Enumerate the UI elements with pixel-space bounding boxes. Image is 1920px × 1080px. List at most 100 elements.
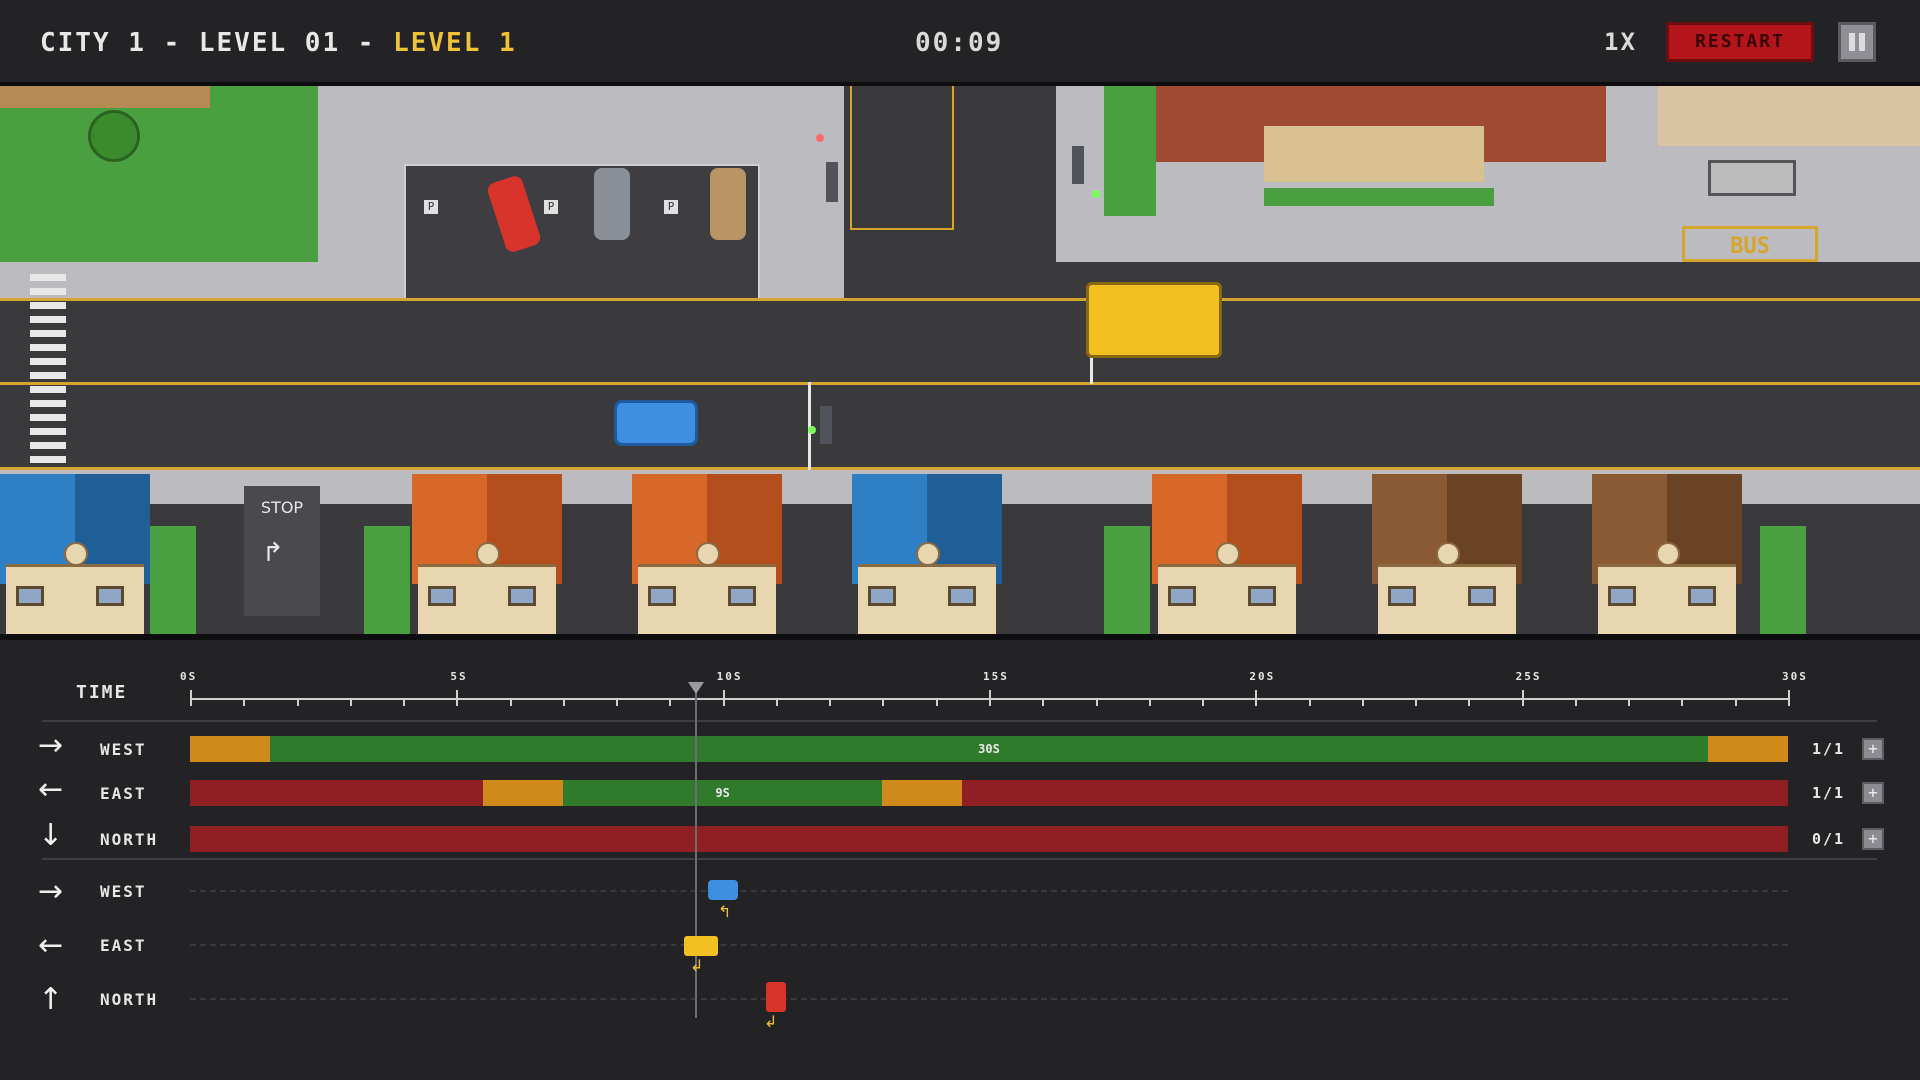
signal-timeline-bar[interactable]: [190, 826, 1788, 852]
blue-car: [614, 400, 698, 446]
north-lane-box: [850, 86, 954, 230]
green-phase-segment[interactable]: 30S: [269, 736, 1709, 762]
turn-left-icon: ↲: [764, 1012, 778, 1031]
lawn-left: [1104, 86, 1156, 216]
vehicle-track: [190, 890, 1788, 892]
vehicle-track: [190, 998, 1788, 1000]
time-label: TIME: [76, 682, 128, 703]
crosswalk: [30, 274, 66, 470]
ruler-tick: [1734, 698, 1737, 706]
yard-grass: [364, 526, 410, 634]
phase-count: 0/1: [1812, 830, 1846, 848]
playhead-handle-icon[interactable]: [688, 682, 705, 694]
yard-grass: [1760, 526, 1806, 634]
parking-marking: P: [544, 200, 558, 214]
red-phase-segment[interactable]: [190, 826, 1788, 852]
red-phase-segment[interactable]: [190, 780, 483, 806]
top-bar: CITY 1 - LEVEL 01 - LEVEL 1 00:09 1X RES…: [0, 0, 1920, 86]
red-phase-segment[interactable]: [962, 780, 1788, 806]
tick-label: 5S: [450, 670, 468, 683]
pause-icon-bar: [1859, 33, 1865, 51]
ruler-tick: [1202, 698, 1205, 706]
direction-arrow-icon: ↑: [38, 982, 64, 1017]
add-phase-button[interactable]: +: [1862, 782, 1884, 804]
direction-arrow-icon: ↓: [38, 818, 64, 853]
tick-label: 10S: [716, 670, 743, 683]
timeline-panel: TIME → WEST 30S 1/1 + ← EAST 9S 1/1 + ↓ NORTH 0/1 + →…: [0, 634, 1920, 1080]
tick-label: 30S: [1782, 670, 1808, 683]
amber-phase-segment[interactable]: [882, 780, 963, 806]
ruler-tick: [616, 698, 619, 706]
signal-timeline-bar[interactable]: 30S: [190, 736, 1788, 762]
ruler-tick: [882, 698, 885, 706]
yard-grass: [1104, 526, 1150, 634]
signal-timeline-bar[interactable]: 9S: [190, 780, 1788, 806]
ruler-tick: [349, 698, 352, 706]
ruler-tick: [1361, 698, 1364, 706]
red-light-icon: [816, 134, 824, 142]
traffic-light-east: [1072, 146, 1084, 184]
ruler-tick: [935, 698, 938, 706]
amber-phase-segment[interactable]: [1708, 736, 1788, 762]
house-orange: [1152, 474, 1302, 634]
ruler-tick: [1628, 698, 1631, 706]
ruler-tick: [456, 690, 459, 706]
ruler-tick: [722, 690, 725, 706]
vehicle-track: [190, 944, 1788, 946]
bus-stop-sign: BUS: [1682, 226, 1818, 262]
add-phase-button[interactable]: +: [1862, 738, 1884, 760]
court: [1658, 86, 1920, 146]
ruler-tick: [1468, 698, 1471, 706]
vehicle-marker-bus: [684, 936, 718, 956]
level-title-level: LEVEL 1: [393, 28, 517, 58]
turn-left-icon: ↰: [718, 902, 732, 921]
ruler-tick: [403, 698, 406, 706]
house-orange: [412, 474, 562, 634]
tick-label: 0S: [180, 670, 198, 683]
vehicle-marker-car: [708, 880, 738, 900]
pause-button[interactable]: [1838, 22, 1876, 62]
ruler-tick: [1095, 698, 1098, 706]
yard-grass: [150, 526, 196, 634]
ruler-tick: [296, 698, 299, 706]
speed-toggle[interactable]: 1X: [1604, 28, 1637, 56]
signal-direction-label: NORTH: [100, 830, 159, 849]
ruler-tick: [562, 698, 565, 706]
ruler-tick: [669, 698, 672, 706]
level-title: CITY 1 - LEVEL 01 - LEVEL 1: [40, 28, 517, 58]
ruler-tick: [1521, 690, 1524, 706]
vehicle-direction-label: EAST: [100, 936, 147, 955]
vehicle-direction-label: WEST: [100, 882, 147, 901]
divider: [42, 858, 1877, 860]
game-timer: 00:09: [915, 28, 1004, 58]
traffic-light-west: [820, 406, 832, 444]
ruler-tick: [190, 690, 192, 706]
add-phase-button[interactable]: +: [1862, 828, 1884, 850]
parking-marking: P: [424, 200, 438, 214]
ruler-tick: [775, 698, 778, 706]
turn-arrow-icon: ↱: [262, 538, 284, 568]
ruler-tick: [1148, 698, 1151, 706]
ruler-tick: [1042, 698, 1045, 706]
time-ruler[interactable]: [190, 690, 1790, 706]
ruler-tick: [1255, 690, 1258, 706]
level-title-prefix: CITY 1 - LEVEL 01 -: [40, 28, 394, 58]
direction-arrow-icon: →: [38, 874, 64, 909]
parked-car-tan: [710, 168, 746, 240]
restart-button[interactable]: RESTART: [1666, 22, 1814, 62]
ruler-tick: [989, 690, 991, 706]
ruler-tick: [1681, 698, 1684, 706]
traffic-light-north: [826, 162, 838, 202]
phase-count: 1/1: [1812, 784, 1846, 802]
dirt-patch: [0, 86, 210, 108]
ruler-tick: [509, 698, 512, 706]
school-bus: [1086, 282, 1222, 358]
road-edge-top: [0, 298, 1920, 301]
signal-direction-label: EAST: [100, 784, 147, 803]
ruler-tick: [1574, 698, 1577, 706]
direction-arrow-icon: ←: [38, 772, 64, 807]
green-phase-segment[interactable]: 9S: [562, 780, 883, 806]
amber-phase-segment[interactable]: [482, 780, 563, 806]
amber-phase-segment[interactable]: [190, 736, 270, 762]
tick-label: 25S: [1515, 670, 1542, 683]
